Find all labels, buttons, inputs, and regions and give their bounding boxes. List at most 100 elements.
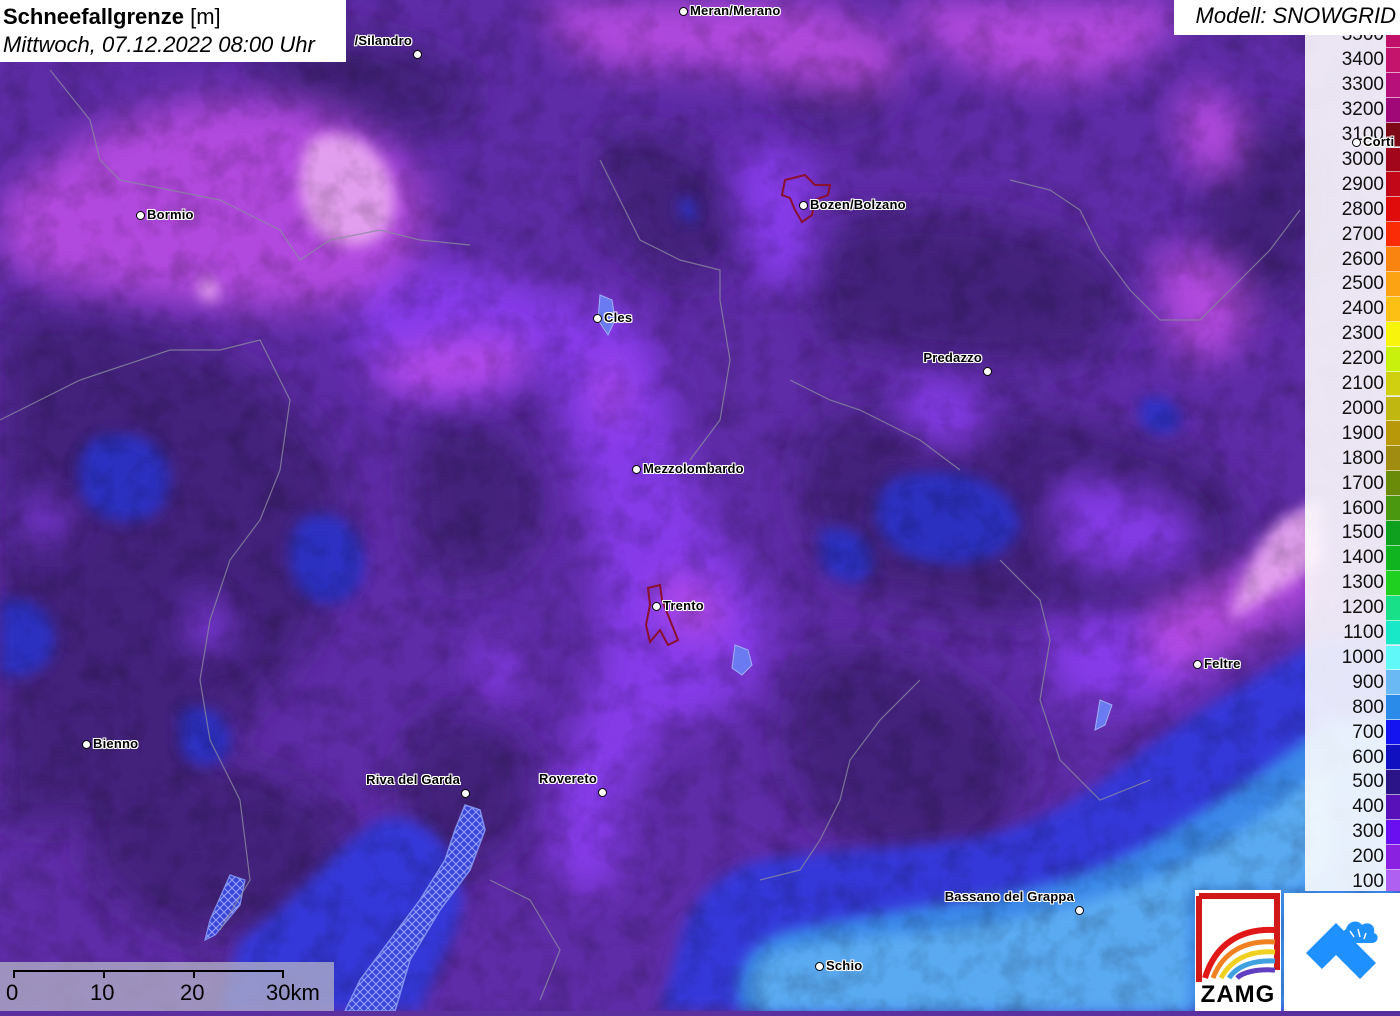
legend-row: 2700	[1305, 222, 1400, 248]
scale-tick	[13, 970, 15, 978]
legend-label: 1000	[1341, 646, 1384, 668]
legend-label: 100	[1352, 871, 1384, 891]
legend-row: 2900	[1305, 172, 1400, 198]
city-label: Corti	[1363, 134, 1395, 149]
legend-swatch	[1386, 570, 1400, 596]
scale-tick	[193, 970, 195, 978]
city-label: Bormio	[147, 207, 194, 222]
legend-swatch	[1386, 296, 1400, 322]
legend-label: 2300	[1341, 323, 1384, 345]
scale-line	[13, 970, 283, 972]
legend-label: 1100	[1343, 622, 1384, 644]
legend-swatch	[1386, 247, 1400, 272]
legend-label: 800	[1352, 696, 1384, 718]
legend-label: 2100	[1341, 373, 1384, 395]
legend-label: 2200	[1341, 348, 1384, 370]
map-title-box: Schneefallgrenze [m] Mittwoch, 07.12.202…	[0, 0, 346, 62]
city-dot-icon	[593, 314, 602, 323]
city-label: Mezzolombardo	[643, 461, 744, 476]
map-title: Schneefallgrenze [m]	[3, 3, 346, 31]
legend-swatch	[1386, 869, 1400, 891]
legend-swatch	[1386, 72, 1400, 98]
legend-label: 300	[1352, 821, 1384, 843]
legend-swatch	[1386, 595, 1400, 621]
city-label: Trento	[663, 598, 704, 613]
model-label: Modell: SNOWGRID	[1174, 0, 1400, 35]
legend-swatch	[1386, 421, 1400, 447]
city-label: Bienno	[93, 736, 139, 751]
legend-swatch	[1386, 147, 1400, 173]
legend-row: 1300	[1305, 570, 1400, 596]
terrain-shading	[0, 0, 1400, 1011]
city-label: Cles	[604, 310, 633, 325]
legend-label: 2400	[1341, 298, 1384, 320]
city-dot-icon	[598, 788, 607, 797]
legend-label: 3000	[1341, 148, 1384, 170]
legend-row: 2800	[1305, 197, 1400, 223]
legend-label: 500	[1352, 771, 1384, 793]
scale-label-20: 20	[180, 980, 205, 1005]
legend-label: 3400	[1341, 49, 1384, 71]
legend-row: 1400	[1305, 545, 1400, 571]
city-dot-icon	[815, 962, 824, 971]
legend-swatch	[1386, 745, 1400, 770]
legend-label: 400	[1352, 796, 1384, 818]
city-label: Bassano del Grappa	[944, 889, 1074, 904]
city-label: Schio	[826, 958, 863, 973]
legend-row: 1700	[1305, 471, 1400, 497]
legend-swatch	[1386, 794, 1400, 820]
legend-row: 1100	[1305, 620, 1400, 646]
scale-label-30km: 30km	[266, 980, 320, 1005]
legend-label: 1900	[1341, 422, 1384, 444]
scale-tick	[103, 970, 105, 978]
legend-label: 1700	[1341, 472, 1384, 494]
legend-swatch	[1386, 272, 1400, 297]
legend-label: 2700	[1341, 223, 1384, 245]
legend-row: 1500	[1305, 521, 1400, 546]
legend-swatch	[1386, 97, 1400, 123]
legend-row: 600	[1305, 745, 1400, 770]
legend-row: 2600	[1305, 247, 1400, 272]
legend-label: 2900	[1341, 173, 1384, 195]
city-label: Bozen/Bolzano	[810, 197, 906, 212]
city-label: Predazzo	[923, 350, 982, 365]
city-label: Rovereto	[539, 771, 597, 786]
legend-row: 800	[1305, 695, 1400, 721]
legend-label: 1400	[1341, 547, 1384, 569]
city-dot-icon	[413, 50, 422, 59]
legend-label: 200	[1352, 846, 1384, 868]
city-dot-icon	[679, 7, 688, 16]
legend-label: 900	[1352, 671, 1384, 693]
legend-label: 1200	[1341, 597, 1384, 619]
legend-row: 2000	[1305, 396, 1400, 422]
legend-swatch	[1386, 346, 1400, 372]
legend-label: 1300	[1341, 572, 1384, 594]
legend-label: 2800	[1341, 198, 1384, 220]
scale-label-0: 0	[6, 980, 19, 1005]
legend-row: 400	[1305, 794, 1400, 820]
map-canvas[interactable]	[0, 0, 1400, 1011]
legend-label: 700	[1352, 721, 1384, 743]
city-dot-icon	[799, 201, 808, 210]
map-title-main: Schneefallgrenze	[3, 4, 184, 29]
legend-swatch	[1386, 222, 1400, 248]
legend-swatch	[1386, 197, 1400, 223]
legend-swatch	[1386, 620, 1400, 646]
snowgrid-logo[interactable]	[1284, 893, 1400, 1011]
legend-row: 1900	[1305, 421, 1400, 447]
map-datetime: Mittwoch, 07.12.2022 08:00 Uhr	[3, 32, 315, 57]
color-legend: 3500340033003200310030002900280027002600…	[1305, 35, 1400, 891]
zamg-logo[interactable]: ZAMG	[1195, 890, 1281, 1011]
legend-swatch	[1386, 47, 1400, 73]
legend-row: 100	[1305, 869, 1400, 891]
legend-label: 1500	[1341, 522, 1384, 544]
city-label: Feltre	[1204, 656, 1241, 671]
legend-row: 2300	[1305, 321, 1400, 347]
legend-swatch	[1386, 471, 1400, 497]
scale-bar: 0 10 20 30km	[0, 962, 334, 1011]
legend-label: 2500	[1341, 273, 1384, 295]
map-title-unit: [m]	[190, 4, 221, 29]
city-dot-icon	[632, 465, 641, 474]
legend-swatch	[1386, 645, 1400, 671]
legend-row: 900	[1305, 670, 1400, 696]
